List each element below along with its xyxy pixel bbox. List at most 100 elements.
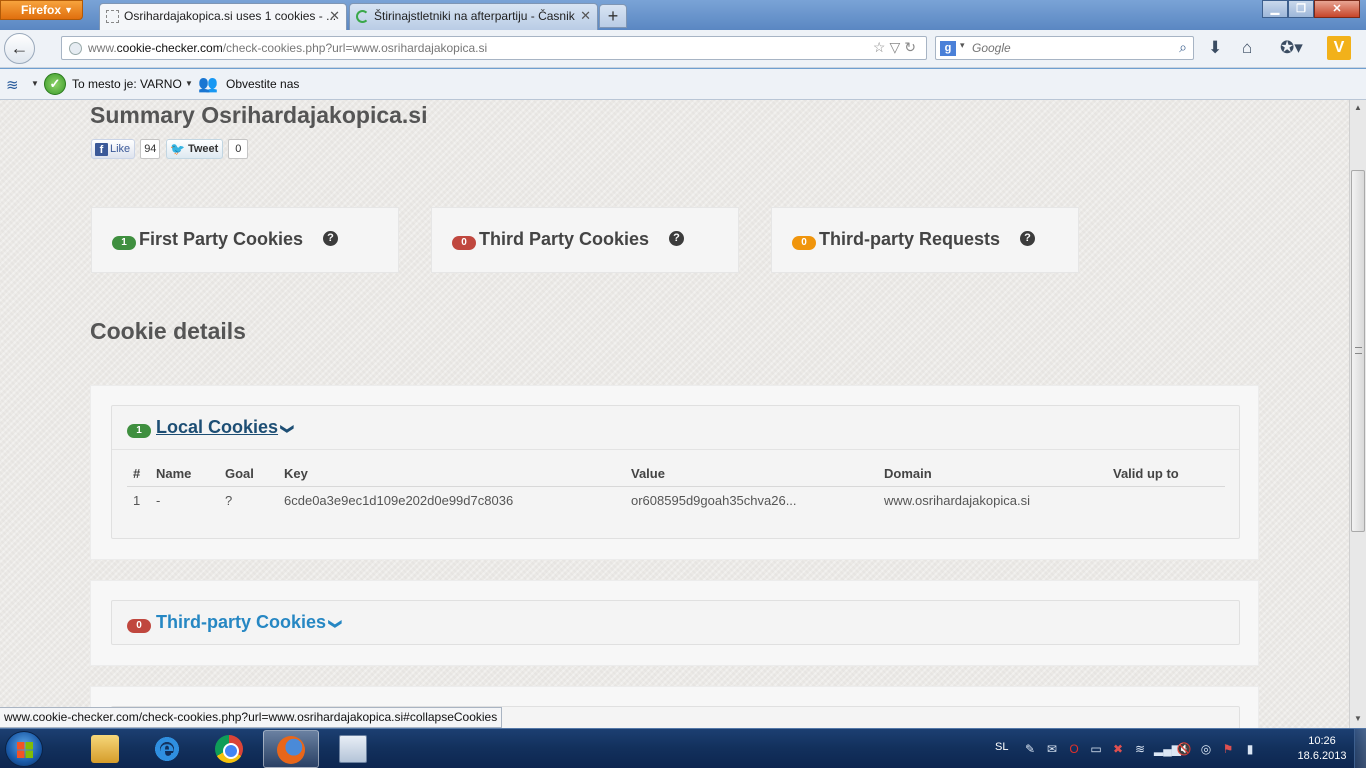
- local-cookies-inner: 1 Local Cookies ❯ # Name Goal Key Value D…: [111, 405, 1240, 539]
- volume-muted-icon[interactable]: 🔇: [1176, 741, 1192, 757]
- chevron-down-icon[interactable]: ▼: [31, 79, 39, 88]
- twitter-tweet: 🐦 Tweet 0: [166, 139, 249, 159]
- network-drive-icon[interactable]: ▭: [1088, 741, 1104, 757]
- wifi-tray-icon[interactable]: ≋: [1132, 741, 1148, 757]
- cell-goal: ?: [225, 492, 233, 508]
- google-icon[interactable]: g: [940, 41, 956, 56]
- safety-status[interactable]: To mesto je: VARNO: [72, 77, 182, 91]
- cell-index: 1: [133, 492, 141, 508]
- local-cookies-toggle[interactable]: Local Cookies ❯: [156, 417, 296, 438]
- tweet-label: Tweet: [187, 143, 219, 155]
- chevron-down-icon: ❯: [280, 423, 296, 435]
- close-window-button[interactable]: ✕: [1314, 0, 1360, 18]
- history-dropdown-icon[interactable]: ▽: [889, 39, 904, 55]
- search-icon[interactable]: ⌕: [1179, 39, 1187, 56]
- third-party-cookies-toggle[interactable]: Third-party Cookies ❯: [156, 612, 344, 633]
- count-badge: 0: [452, 236, 476, 250]
- back-button[interactable]: ←: [4, 33, 35, 64]
- card-label: Third Party Cookies: [479, 229, 650, 249]
- chevron-down-icon: ▼: [64, 5, 73, 15]
- card-label: Third-party Requests: [819, 229, 1001, 249]
- vertical-scrollbar[interactable]: ▲ ▼: [1349, 100, 1366, 728]
- chevron-down-icon: ❯: [328, 618, 344, 630]
- facebook-like-button[interactable]: f Like: [91, 139, 136, 159]
- third-party-cookies-inner: 0 Third-party Cookies ❯: [111, 600, 1240, 645]
- count-badge: 1: [112, 236, 136, 250]
- start-button[interactable]: [5, 731, 43, 767]
- column-header: Value: [625, 464, 878, 487]
- flag-tray-icon[interactable]: ✖: [1110, 741, 1126, 757]
- section-title: Cookie details: [90, 318, 246, 344]
- people-icon: 👥: [198, 76, 218, 93]
- cell-key: 6cde0a3e9ec1d109e202d0e99d7c8036: [284, 492, 514, 508]
- monitor-icon[interactable]: ◎: [1198, 741, 1214, 757]
- minimize-button[interactable]: ▁: [1262, 0, 1288, 18]
- system-clock[interactable]: 10:26 18.6.2013: [1297, 734, 1347, 764]
- help-icon[interactable]: ?: [323, 231, 338, 246]
- page-viewport: Summary Osrihardajakopica.si f Like 94 🐦…: [0, 100, 1349, 728]
- checkmark-icon: ✓: [44, 73, 66, 95]
- language-indicator[interactable]: SL: [995, 741, 1008, 753]
- bookmark-star-icon[interactable]: ☆: [873, 39, 890, 55]
- bookmarks-menu-icon[interactable]: ✪▾: [1280, 38, 1303, 58]
- count-badge: 0: [792, 236, 816, 250]
- third-party-cookies-panel: 0 Third-party Cookies ❯: [90, 580, 1259, 666]
- scroll-thumb[interactable]: [1351, 170, 1365, 532]
- panel-title: Local Cookies: [156, 417, 279, 437]
- pen-icon[interactable]: ✎: [1022, 741, 1038, 757]
- new-tab-button[interactable]: +: [599, 4, 627, 28]
- help-icon[interactable]: ?: [1020, 231, 1035, 246]
- third-party-cookies-card: 0 Third Party Cookies ?: [431, 207, 739, 273]
- panel-header: 0 Third-party Cookies ❯: [112, 601, 1239, 645]
- wifi-icon[interactable]: ≋: [6, 76, 19, 94]
- third-party-requests-card: 0 Third-party Requests ?: [771, 207, 1079, 273]
- chevron-down-icon[interactable]: ▾: [960, 40, 965, 51]
- url-actions: ☆▽↻: [873, 39, 920, 56]
- window-controls: ▁ ❐ ✕: [1262, 0, 1360, 19]
- column-header: Domain: [878, 464, 1107, 487]
- cookies-table: # Name Goal Key Value Domain Valid up to…: [127, 464, 1225, 514]
- facebook-icon: f: [95, 142, 108, 156]
- scroll-up-icon[interactable]: ▲: [1350, 100, 1366, 116]
- firefox-menu-button[interactable]: Firefox ▼: [0, 0, 83, 20]
- home-icon[interactable]: ⌂: [1242, 38, 1252, 58]
- column-header: Valid up to: [1107, 464, 1225, 487]
- search-input[interactable]: [972, 40, 1162, 56]
- address-bar[interactable]: www.cookie-checker.com/check-cookies.php…: [61, 36, 927, 60]
- message-icon[interactable]: ✉: [1044, 741, 1060, 757]
- like-count: 94: [140, 139, 161, 159]
- count-badge: 0: [127, 619, 151, 633]
- addon-v-icon[interactable]: V: [1327, 36, 1351, 60]
- taskbar-internet-explorer[interactable]: e: [139, 730, 195, 768]
- tab-cookie-checker[interactable]: Osrihardajakopica.si uses 1 cookies - ..…: [99, 3, 347, 30]
- column-header: Key: [278, 464, 625, 487]
- close-icon[interactable]: ✕: [329, 4, 340, 28]
- close-icon[interactable]: ✕: [580, 4, 591, 28]
- card-label: First Party Cookies: [139, 229, 304, 249]
- tweet-button[interactable]: 🐦 Tweet: [166, 139, 224, 159]
- show-desktop-button[interactable]: [1354, 729, 1366, 768]
- help-icon[interactable]: ?: [669, 231, 684, 246]
- reload-icon[interactable]: ↻: [904, 39, 920, 55]
- scroll-down-icon[interactable]: ▼: [1350, 711, 1366, 727]
- chevron-down-icon[interactable]: ▼: [185, 79, 193, 88]
- tab-casnik[interactable]: Štirinajstletniki na afterpartiju - Časn…: [349, 3, 598, 30]
- table-header-row: # Name Goal Key Value Domain Valid up to: [127, 464, 1225, 487]
- taskbar-explorer[interactable]: [77, 730, 133, 768]
- tab-title: Osrihardajakopica.si uses 1 cookies - ..…: [124, 9, 337, 23]
- battery-icon[interactable]: ▮: [1242, 741, 1258, 757]
- window-app-icon: [339, 735, 367, 763]
- signal-icon[interactable]: ▂▄▆: [1154, 741, 1181, 757]
- cell-value: or608595d9goah35chva26...: [631, 492, 797, 508]
- column-header: Goal: [219, 464, 278, 487]
- opera-icon[interactable]: O: [1066, 741, 1082, 757]
- notify-us-link[interactable]: Obvestite nas: [226, 77, 299, 91]
- taskbar-app[interactable]: [325, 730, 381, 768]
- taskbar-firefox[interactable]: [263, 730, 319, 768]
- action-center-icon[interactable]: ⚑: [1220, 741, 1236, 757]
- restore-button[interactable]: ❐: [1288, 0, 1314, 18]
- download-icon[interactable]: ⬇: [1208, 38, 1222, 58]
- windows-taskbar: e SL ✎ ✉ O ▭ ✖ ≋ ▂▄▆ 🔇 ◎ ⚑ ▮ 10:26 18.6.…: [0, 728, 1366, 768]
- navigation-toolbar: ← www.cookie-checker.com/check-cookies.p…: [0, 30, 1366, 68]
- taskbar-chrome[interactable]: [201, 730, 257, 768]
